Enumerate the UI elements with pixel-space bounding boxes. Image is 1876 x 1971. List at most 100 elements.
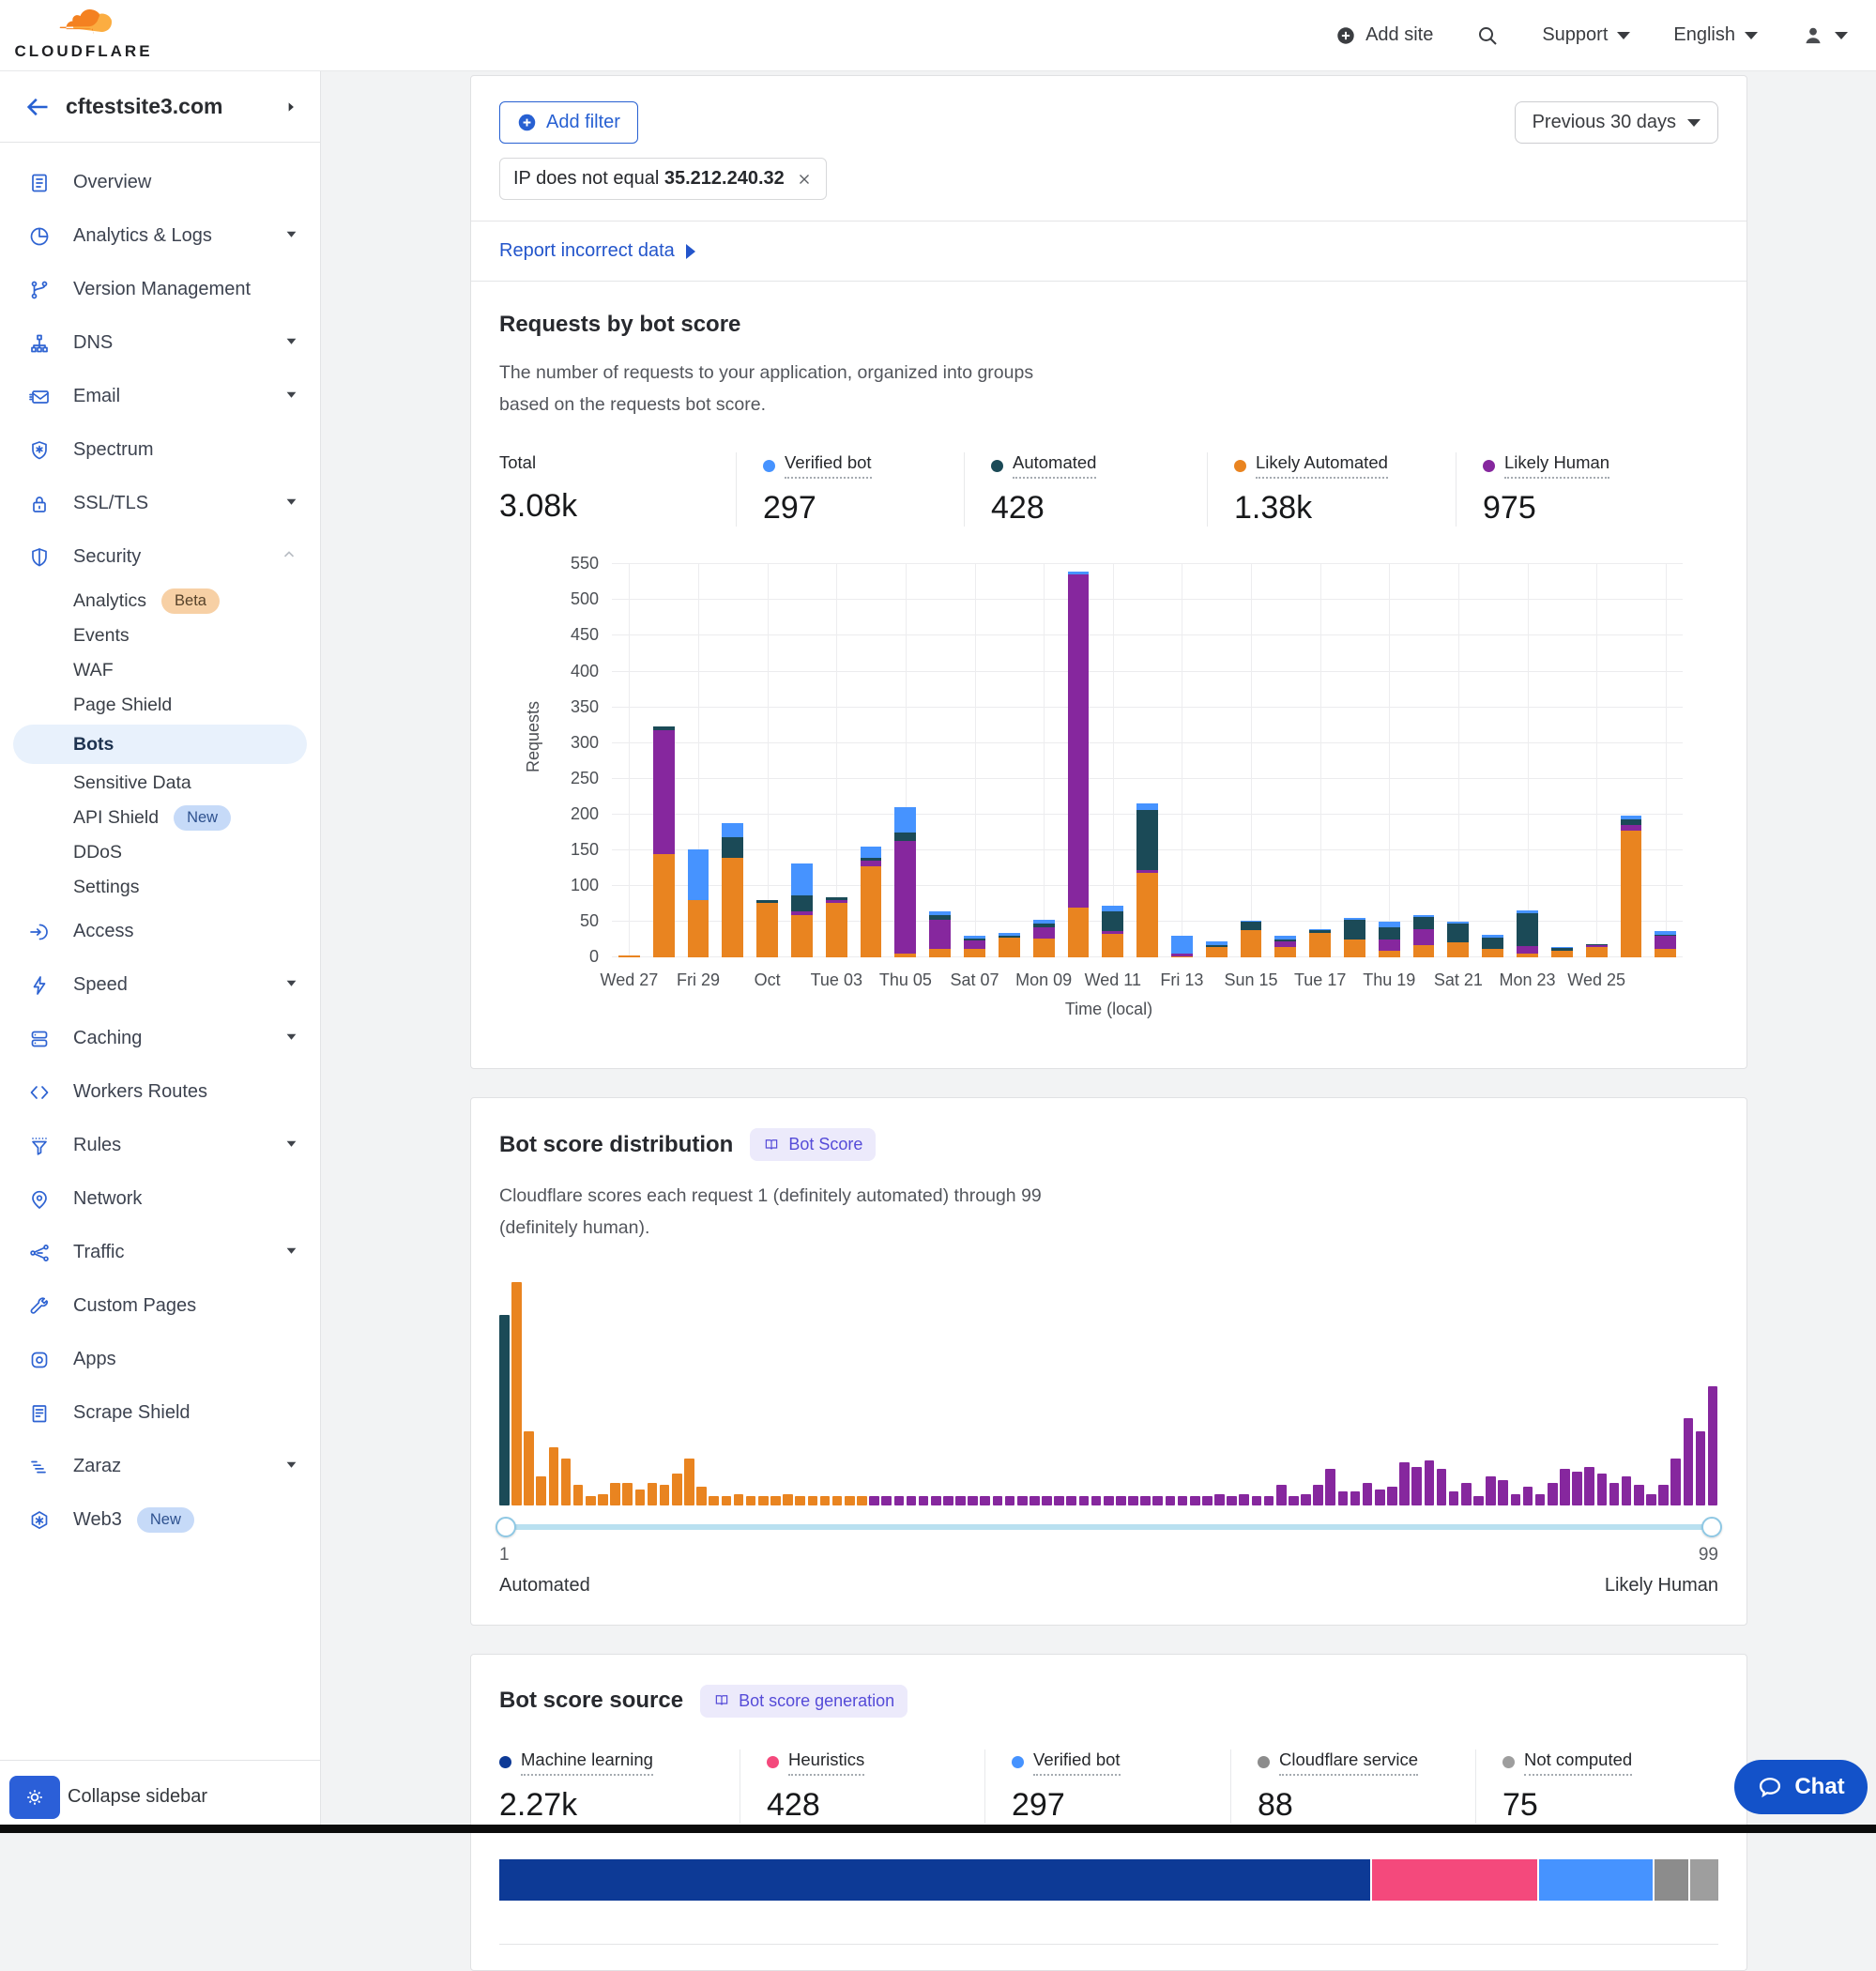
chat-button[interactable]: Chat xyxy=(1734,1760,1868,1814)
stat-label[interactable]: Likely Human xyxy=(1483,452,1609,479)
sidebar-item-email[interactable]: Email xyxy=(0,370,320,423)
requests-card: Add filter IP does not equal 35.212.240.… xyxy=(470,75,1747,1069)
stat-label[interactable]: Heuristics xyxy=(767,1749,975,1776)
sidebar-item-scrape-shield[interactable]: Scrape Shield xyxy=(0,1386,320,1440)
stat-label[interactable]: Not computed xyxy=(1502,1749,1632,1776)
back-arrow-icon[interactable] xyxy=(24,94,51,120)
language-menu[interactable]: English xyxy=(1673,24,1758,46)
stat-label[interactable]: Verified bot xyxy=(763,452,954,479)
histogram-bar xyxy=(622,1483,633,1505)
account-menu[interactable] xyxy=(1801,23,1848,48)
stat-label[interactable]: Verified bot xyxy=(1012,1749,1221,1776)
histogram-bar xyxy=(672,1474,682,1505)
sidebar-item-access[interactable]: Access xyxy=(0,905,320,958)
chevron-down-icon[interactable] xyxy=(285,1031,297,1047)
search-button[interactable] xyxy=(1476,24,1499,47)
stacked-bar xyxy=(1274,936,1296,957)
stacked-bar xyxy=(1379,922,1400,957)
stat-label[interactable]: Cloudflare service xyxy=(1258,1749,1466,1776)
sidebar-subitem-settings[interactable]: Settings xyxy=(0,870,320,905)
sidebar-item-custom-pages[interactable]: Custom Pages xyxy=(0,1279,320,1333)
chevron-up-icon[interactable] xyxy=(281,546,297,568)
rules-icon xyxy=(28,1135,51,1157)
bar-segment-likely-automated xyxy=(1171,956,1193,958)
sidebar-item-rules[interactable]: Rules xyxy=(0,1119,320,1172)
chevron-down-icon[interactable] xyxy=(285,228,297,245)
sidebar-subitem-events[interactable]: Events xyxy=(0,619,320,653)
chevron-down-icon[interactable] xyxy=(285,1459,297,1475)
slider-track[interactable] xyxy=(499,1524,1718,1530)
sidebar-subitem-waf[interactable]: WAF xyxy=(0,653,320,688)
gridline xyxy=(1113,564,1114,957)
histogram-bar xyxy=(881,1496,892,1505)
bot-score-badge[interactable]: Bot Score xyxy=(750,1128,876,1161)
histogram-bar xyxy=(549,1447,559,1505)
bar-segment-automated xyxy=(1517,913,1538,946)
sidebar-subitem-analytics[interactable]: AnalyticsBeta xyxy=(0,584,320,619)
chevron-down-icon[interactable] xyxy=(285,1245,297,1261)
access-icon xyxy=(28,921,51,943)
collapse-sidebar-label[interactable]: Collapse sidebar xyxy=(68,1786,207,1808)
sidebar-item-network[interactable]: Network xyxy=(0,1172,320,1226)
slider-handle-min[interactable] xyxy=(496,1517,516,1537)
bot-score-generation-badge[interactable]: Bot score generation xyxy=(700,1685,907,1718)
stat-label[interactable]: Machine learning xyxy=(499,1749,730,1776)
bar-segment-automated xyxy=(894,833,916,841)
sidebar-item-spectrum[interactable]: Spectrum xyxy=(0,423,320,477)
add-filter-button[interactable]: Add filter xyxy=(499,101,638,144)
chart-bar-slot xyxy=(1614,564,1649,957)
slider-handle-max[interactable] xyxy=(1701,1517,1722,1537)
histogram-bar xyxy=(919,1496,929,1505)
sidebar-item-security[interactable]: Security xyxy=(0,530,320,584)
x-tick-label: Mon 23 xyxy=(1500,970,1556,990)
sidebar-subitem-page-shield[interactable]: Page Shield xyxy=(0,688,320,723)
bar-segment-likely-automated xyxy=(826,903,847,958)
report-incorrect-data-link[interactable]: Report incorrect data xyxy=(499,240,695,262)
sidebar-item-zaraz[interactable]: Zaraz xyxy=(0,1440,320,1493)
sidebar-item-speed[interactable]: Speed xyxy=(0,958,320,1012)
filter-chip[interactable]: IP does not equal 35.212.240.32 xyxy=(499,158,827,200)
chevron-down-icon[interactable] xyxy=(285,389,297,405)
histogram-bar xyxy=(1548,1483,1558,1505)
slider-right-label: Likely Human xyxy=(1605,1575,1718,1597)
bar-segment-likely-automated xyxy=(1206,947,1228,957)
bar-segment-likely-automated xyxy=(1447,942,1469,958)
sidebar-item-overview[interactable]: Overview xyxy=(0,156,320,209)
filter-chip-value: 35.212.240.32 xyxy=(664,168,785,189)
settings-gear-button[interactable] xyxy=(9,1776,60,1819)
sidebar-subitem-ddos[interactable]: DDoS xyxy=(0,835,320,870)
time-range-dropdown[interactable]: Previous 30 days xyxy=(1515,101,1718,144)
sidebar-subitem-bots[interactable]: Bots xyxy=(13,725,307,764)
bar-segment-likely-automated xyxy=(618,955,640,957)
support-menu[interactable]: Support xyxy=(1542,24,1630,46)
sidebar-item-dns[interactable]: DNS xyxy=(0,316,320,370)
sidebar-item-analytics-logs[interactable]: Analytics & Logs xyxy=(0,209,320,263)
sidebar-item-caching[interactable]: Caching xyxy=(0,1012,320,1065)
sidebar-item-version-management[interactable]: Version Management xyxy=(0,263,320,316)
stat-label[interactable]: Likely Automated xyxy=(1234,452,1446,479)
sidebar-subitem-sensitive-data[interactable]: Sensitive Data xyxy=(0,766,320,801)
sidebar-item-workers-routes[interactable]: Workers Routes xyxy=(0,1065,320,1119)
sidebar-subitem-api-shield[interactable]: API ShieldNew xyxy=(0,801,320,835)
bot-score-source-card: Bot score source Bot score generation Ma… xyxy=(470,1654,1747,1971)
sidebar-subitem-label: API Shield xyxy=(73,807,159,829)
bar-segment-automated xyxy=(1447,924,1469,942)
sidebar-item-apps[interactable]: Apps xyxy=(0,1333,320,1386)
chevron-down-icon[interactable] xyxy=(285,977,297,994)
x-tick-label: Tue 03 xyxy=(811,970,862,990)
stat-label[interactable]: Automated xyxy=(991,452,1197,479)
close-icon[interactable] xyxy=(796,171,813,188)
chevron-down-icon[interactable] xyxy=(285,335,297,352)
add-site-button[interactable]: Add site xyxy=(1335,24,1433,46)
sidebar-item-traffic[interactable]: Traffic xyxy=(0,1226,320,1279)
stat-machine-learning: Machine learning2.27k xyxy=(499,1749,740,1824)
chevron-down-icon[interactable] xyxy=(285,1138,297,1154)
sidebar-item-ssl-tls[interactable]: SSL/TLS xyxy=(0,477,320,530)
bar-segment-likely-human xyxy=(964,940,985,949)
chevron-down-icon xyxy=(1617,32,1630,39)
book-icon xyxy=(713,1692,730,1709)
sidebar-item-web3[interactable]: Web3New xyxy=(0,1493,320,1547)
x-tick-label: Thu 05 xyxy=(879,970,932,990)
chevron-down-icon[interactable] xyxy=(285,496,297,512)
site-switcher-chevron-icon[interactable] xyxy=(284,100,297,114)
